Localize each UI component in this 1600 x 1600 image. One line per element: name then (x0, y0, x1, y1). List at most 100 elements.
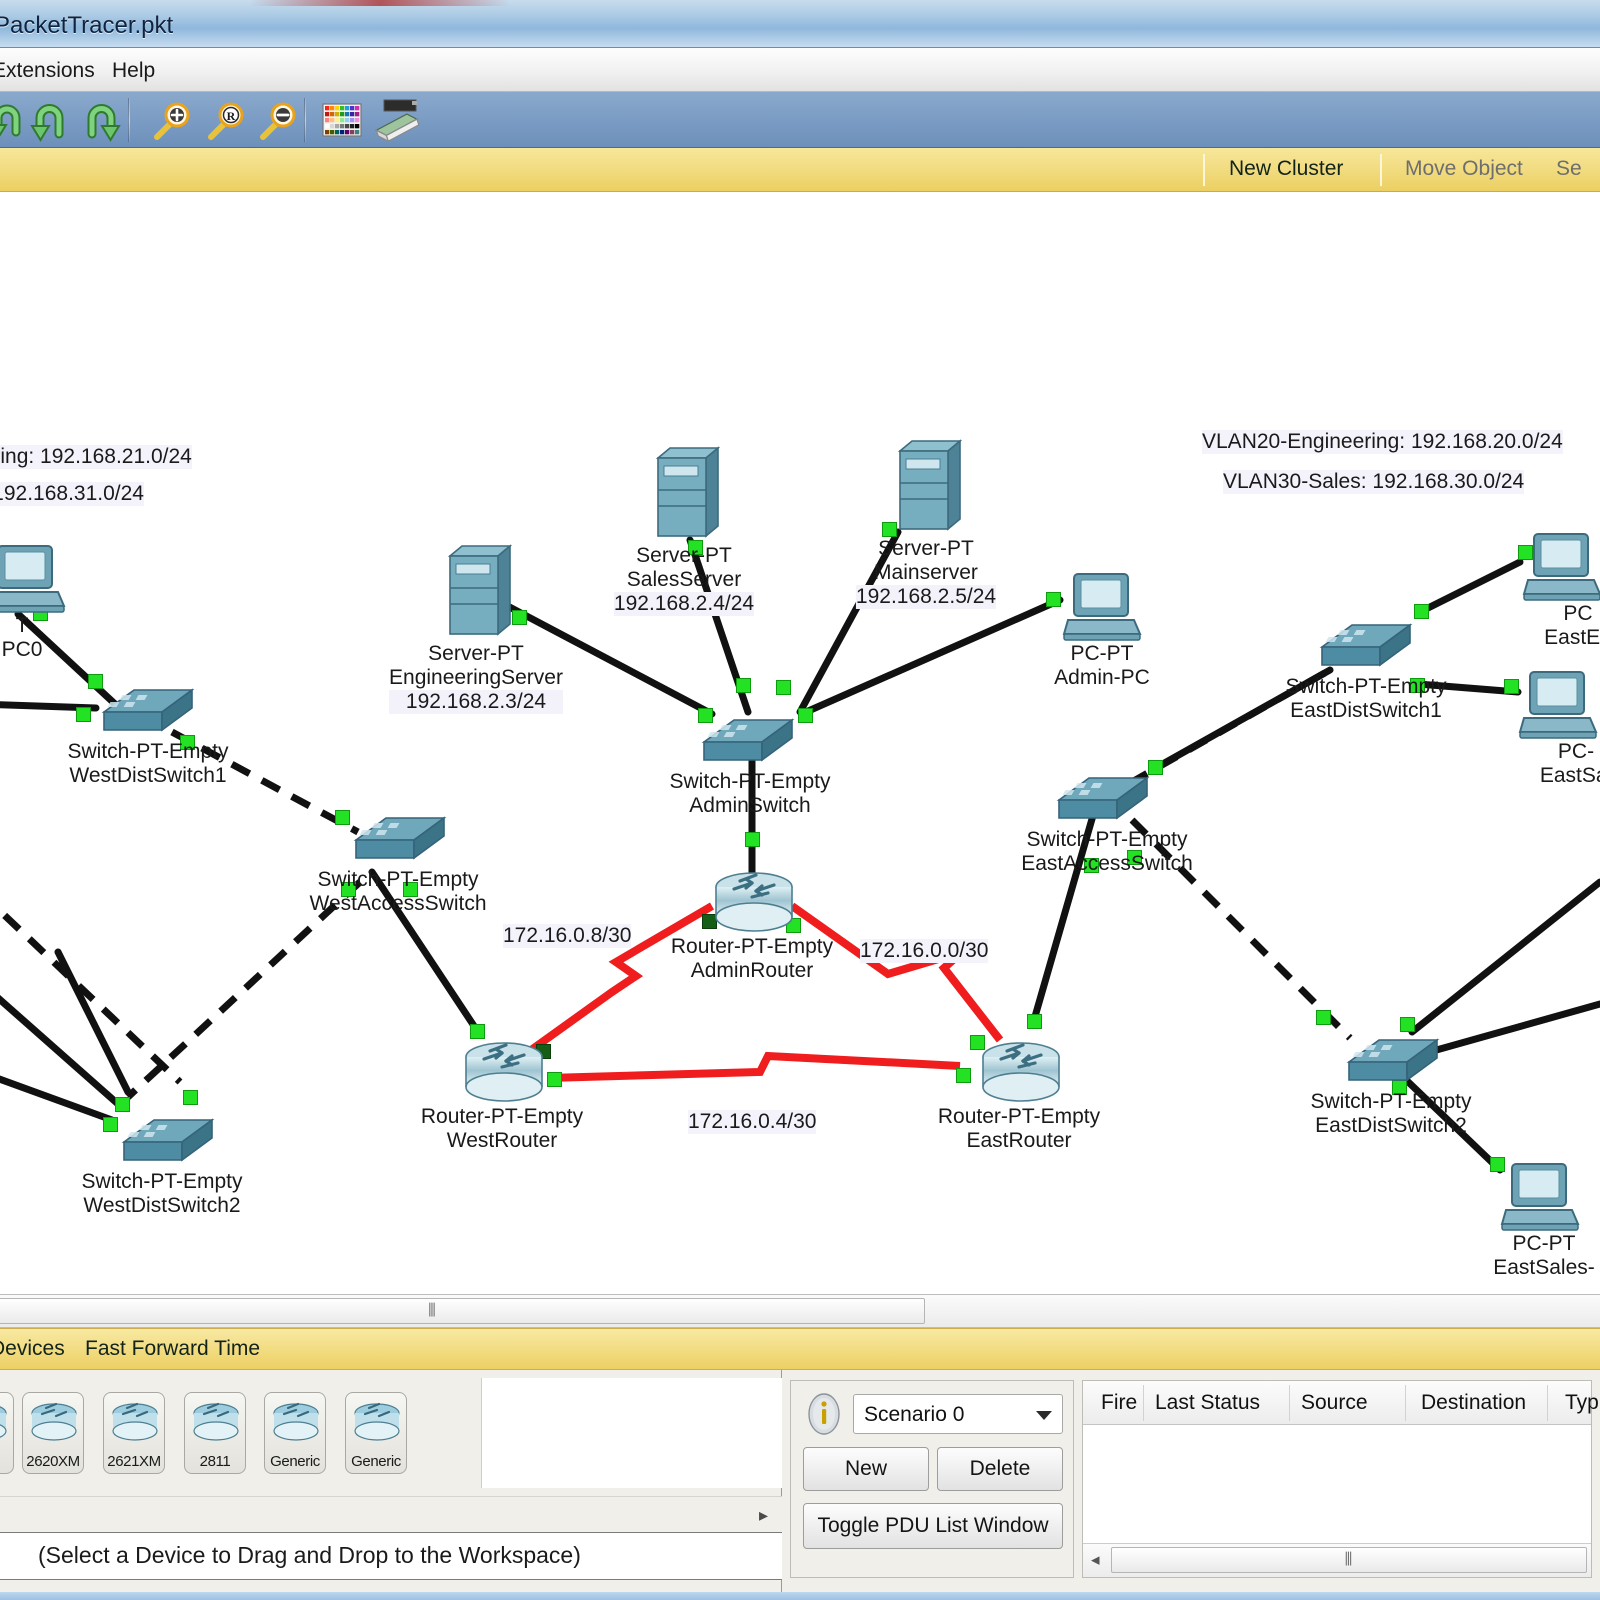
port-led (76, 707, 91, 722)
port-led (736, 678, 751, 693)
column-divider (1547, 1385, 1548, 1421)
vlan-note-east-sales: VLAN30-Sales: 192.168.30.0/24 (1223, 470, 1525, 494)
port-led (335, 810, 350, 825)
scenario-select[interactable]: Scenario 0 (853, 1394, 1063, 1434)
toolbar-divider-2 (304, 98, 306, 142)
device-eastsales-pc-2[interactable]: PC-PT EastSales- (1493, 1162, 1595, 1279)
info-icon (803, 1391, 845, 1437)
device-westdistswitch1[interactable]: Switch-PT-Empty WestDistSwitch1 (67, 682, 229, 787)
scrollbar-thumb[interactable]: ⦀ (0, 1298, 925, 1324)
new-cluster-button[interactable]: New Cluster (1229, 157, 1343, 181)
column-header-last-status[interactable]: Last Status (1155, 1391, 1260, 1415)
device-engineeringserver[interactable]: Server-PT EngineeringServer 192.168.2.3/… (389, 542, 563, 714)
move-object-button[interactable]: Move Object (1405, 157, 1523, 181)
undo-icon-2[interactable] (26, 96, 74, 144)
custom-device-icon[interactable] (368, 96, 424, 144)
zoom-in-icon[interactable] (148, 96, 196, 144)
device-icon-grid: 2620XM 2621XM 2811 Generic Generic (0, 1384, 482, 1480)
port-led (403, 882, 418, 897)
device-eastaccessswitch[interactable]: Switch-PT-Empty EastAccessSwitch (1021, 770, 1193, 875)
port-led (1400, 1017, 1415, 1032)
device-eastengineering-pc[interactable]: PC EastEn (1522, 532, 1600, 649)
device-westaccessswitch[interactable]: Switch-PT-Empty WestAccessSwitch (310, 810, 487, 915)
column-header-type[interactable]: Typ (1565, 1391, 1599, 1415)
delete-scenario-button[interactable]: Delete (937, 1447, 1063, 1491)
device-westrouter[interactable]: Router-PT-Empty WestRouter (421, 1037, 583, 1152)
device-eastdistswitch2[interactable]: Switch-PT-Empty EastDistSwitch2 (1310, 1032, 1472, 1137)
device-panel-blank-area (481, 1378, 782, 1488)
device-icon-caption: 2811 (199, 1453, 231, 1470)
device-icon-caption: 2620XM (26, 1453, 80, 1470)
device-icon-2620xm[interactable]: 2620XM (22, 1392, 84, 1474)
port-led (1316, 1010, 1331, 1025)
port-led (1084, 858, 1099, 873)
svg-text:R: R (227, 109, 236, 123)
device-icon-2621xm[interactable]: 2621XM (103, 1392, 165, 1474)
port-led (776, 680, 791, 695)
port-led (798, 708, 813, 723)
port-led (1504, 679, 1519, 694)
pdu-table-horizontal-scrollbar[interactable]: ◂ ⦀ (1083, 1543, 1591, 1577)
port-led (183, 1090, 198, 1105)
column-header-destination[interactable]: Destination (1421, 1391, 1526, 1415)
device-eastdistswitch1[interactable]: Switch-PT-Empty EastDistSwitch1 (1285, 617, 1447, 722)
device-eastrouter[interactable]: Router-PT-Empty EastRouter (938, 1037, 1100, 1152)
port-led (956, 1068, 971, 1083)
device-westdistswitch2[interactable]: Switch-PT-Empty WestDistSwitch2 (81, 1112, 243, 1217)
yellow-bar-divider-2 (1380, 154, 1382, 186)
scroll-left-arrow-icon[interactable]: ◂ (1091, 1550, 1100, 1570)
yellow-bar-divider (1203, 154, 1205, 186)
palette-icon[interactable] (318, 96, 366, 144)
window-title: PacketTracer.pkt (0, 12, 174, 39)
column-header-fire[interactable]: Fire (1101, 1391, 1137, 1415)
scrollbar-grip-icon: ⦀ (1344, 1549, 1354, 1570)
pdu-table-header-row: Fire Last Status Source Destination Typ (1083, 1381, 1599, 1425)
logical-workspace[interactable]: eering: 192.168.21.0/24 s: 192.168.31.0/… (0, 192, 1600, 1287)
device-hint-text: (Select a Device to Drag and Drop to the… (38, 1542, 581, 1568)
column-header-source[interactable]: Source (1301, 1391, 1368, 1415)
simulation-panel: Scenario 0 New Delete Toggle PDU List Wi… (782, 1370, 1600, 1600)
device-pc0[interactable]: T PC0 (0, 544, 72, 661)
redo-icon[interactable] (78, 96, 126, 144)
workspace-horizontal-scrollbar[interactable]: ⦀ (0, 1294, 1600, 1328)
link-label-admin-west: 172.16.0.8/30 (503, 924, 632, 948)
vlan-note-west-sales: s: 192.168.31.0/24 (0, 482, 144, 506)
device-mainserver[interactable]: Server-PT Mainserver 192.168.2.5/24 (855, 437, 997, 609)
scrollbar-thumb[interactable]: ⦀ (1111, 1547, 1587, 1573)
device-icon-generic-1[interactable]: Generic (264, 1392, 326, 1474)
device-icon-router-partial[interactable] (0, 1392, 14, 1474)
device-icon-2811[interactable]: 2811 (184, 1392, 246, 1474)
device-icon-caption: 2621XM (107, 1453, 161, 1470)
device-eastsales-pc[interactable]: PC- EastSal (1518, 670, 1600, 787)
scroll-right-arrow-icon[interactable]: ▸ (759, 1505, 768, 1526)
device-icon-caption: Generic (270, 1453, 320, 1470)
toggle-pdu-list-window-button[interactable]: Toggle PDU List Window (803, 1503, 1063, 1549)
device-admin-pc[interactable]: PC-PT Admin-PC (1054, 572, 1150, 689)
main-toolbar: R (0, 92, 1600, 148)
menu-item-extensions[interactable]: Extensions (0, 59, 95, 83)
menu-item-help[interactable]: Help (112, 59, 155, 83)
set-tiled-background-button[interactable]: Se (1556, 157, 1582, 181)
chevron-down-icon[interactable] (1036, 1411, 1052, 1420)
device-adminrouter[interactable]: Router-PT-Empty AdminRouter (671, 867, 833, 982)
device-selection-panel: 2620XM 2621XM 2811 Generic Generic ▸ (Se… (0, 1370, 782, 1600)
zoom-reset-icon[interactable]: R (202, 96, 250, 144)
device-adminswitch[interactable]: Switch-PT-Empty AdminSwitch (669, 712, 831, 817)
port-led (1414, 604, 1429, 619)
toolbar-divider (128, 98, 130, 142)
fast-forward-time-button[interactable]: Fast Forward Time (85, 1337, 260, 1361)
port-led (115, 1097, 130, 1112)
device-icon-caption: Generic (351, 1453, 401, 1470)
device-salesserver[interactable]: Server-PT SalesServer 192.168.2.4/24 (613, 444, 755, 616)
new-scenario-button[interactable]: New (803, 1447, 929, 1491)
pdu-list-table[interactable]: Fire Last Status Source Destination Typ … (1082, 1380, 1599, 1578)
title-bar: PacketTracer.pkt (0, 0, 1600, 48)
device-hint-bar: (Select a Device to Drag and Drop to the… (0, 1532, 782, 1580)
zoom-out-icon[interactable] (254, 96, 302, 144)
port-led (103, 1117, 118, 1132)
device-icon-generic-2[interactable]: Generic (345, 1392, 407, 1474)
link-label-west-east: 172.16.0.4/30 (688, 1110, 817, 1134)
menu-bar: Extensions Help (0, 48, 1600, 92)
status-strip (0, 1592, 1600, 1600)
realtime-devices-label[interactable]: Devices (0, 1337, 65, 1361)
